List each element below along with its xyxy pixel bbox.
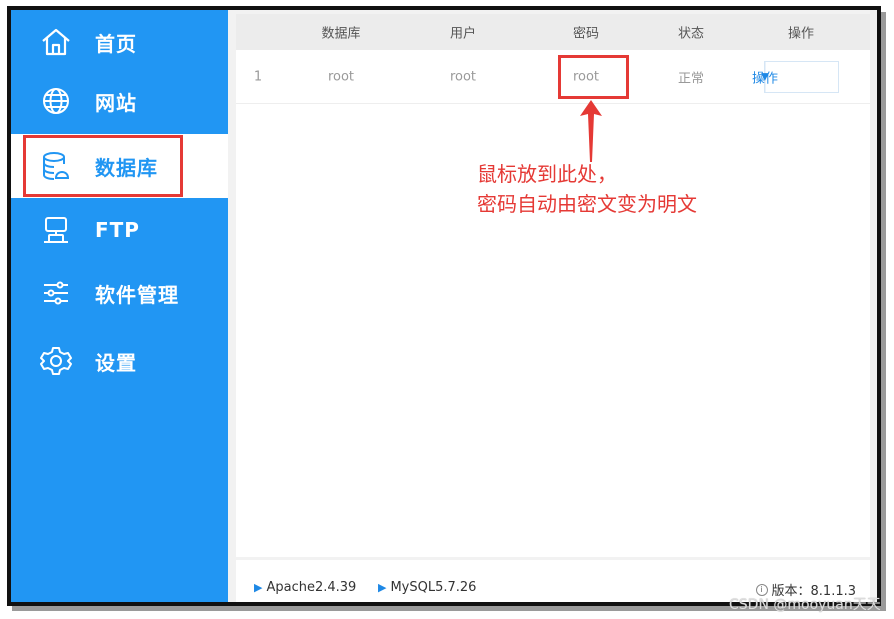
window-shadow-right [881, 12, 886, 610]
mysql-status[interactable]: ▶ MySQL5.7.26 [378, 580, 476, 595]
play-icon: ▶ [378, 581, 387, 594]
row-user: root [449, 69, 477, 84]
sliders-icon [39, 276, 73, 310]
database-panel: 数据库 用户 密码 状态 操作 1 root root root 正常 操作 ▼ [236, 14, 870, 557]
play-icon: ▶ [254, 581, 263, 594]
table-row: 1 root root root 正常 操作 ▼ [236, 50, 870, 104]
sidebar-item-website[interactable]: 网站 [11, 69, 228, 133]
password-highlight-box [558, 55, 629, 99]
sidebar-item-settings[interactable]: 设置 [11, 329, 228, 393]
caret-down-icon[interactable]: ▼ [761, 72, 769, 83]
sidebar: 首页 网站 数据库 FTP 软件管理 设置 [11, 10, 228, 602]
column-header-status: 状态 [677, 26, 705, 42]
mysql-version: MySQL5.7.26 [390, 580, 477, 595]
sidebar-item-home[interactable]: 首页 [11, 10, 228, 74]
apache-status[interactable]: ▶ Apache2.4.39 [254, 580, 356, 595]
column-header-database: 数据库 [321, 26, 361, 42]
row-status: 正常 [677, 71, 705, 86]
sidebar-item-label: FTP [95, 218, 140, 242]
row-id: 1 [253, 69, 263, 84]
sidebar-item-label: 软件管理 [95, 282, 179, 307]
annotation-text: 鼠标放到此处， 密码自动由密文变为明文 [477, 159, 697, 219]
annotation-line-1: 鼠标放到此处， [477, 162, 617, 186]
sidebar-item-software[interactable]: 软件管理 [11, 261, 228, 325]
server-icon [39, 213, 73, 247]
column-header-password: 密码 [572, 26, 600, 42]
column-header-action: 操作 [787, 26, 815, 42]
watermark: CSDN @mooyuan天天 [729, 597, 881, 613]
action-dropdown-button[interactable]: 操作 ▼ [752, 61, 839, 93]
column-header-user: 用户 [449, 26, 477, 42]
app-window: 首页 网站 数据库 FTP 软件管理 设置 数据库 用户 密码 状态 操作 1 … [7, 6, 881, 606]
annotation-arrow-icon [580, 100, 602, 162]
main-area: 数据库 用户 密码 状态 操作 1 root root root 正常 操作 ▼ [228, 10, 877, 602]
table-header: 数据库 用户 密码 状态 操作 [236, 14, 870, 50]
sidebar-item-ftp[interactable]: FTP [11, 198, 228, 262]
annotation-line-2: 密码自动由密文变为明文 [477, 192, 697, 216]
gear-icon [39, 344, 73, 378]
sidebar-item-label: 设置 [95, 350, 137, 375]
sidebar-item-label: 首页 [95, 31, 137, 56]
sidebar-item-label: 网站 [95, 90, 137, 115]
row-database: root [327, 69, 355, 84]
apache-version: Apache2.4.39 [266, 580, 357, 595]
active-item-highlight [23, 135, 183, 197]
home-icon [39, 25, 73, 59]
globe-icon [39, 84, 73, 118]
